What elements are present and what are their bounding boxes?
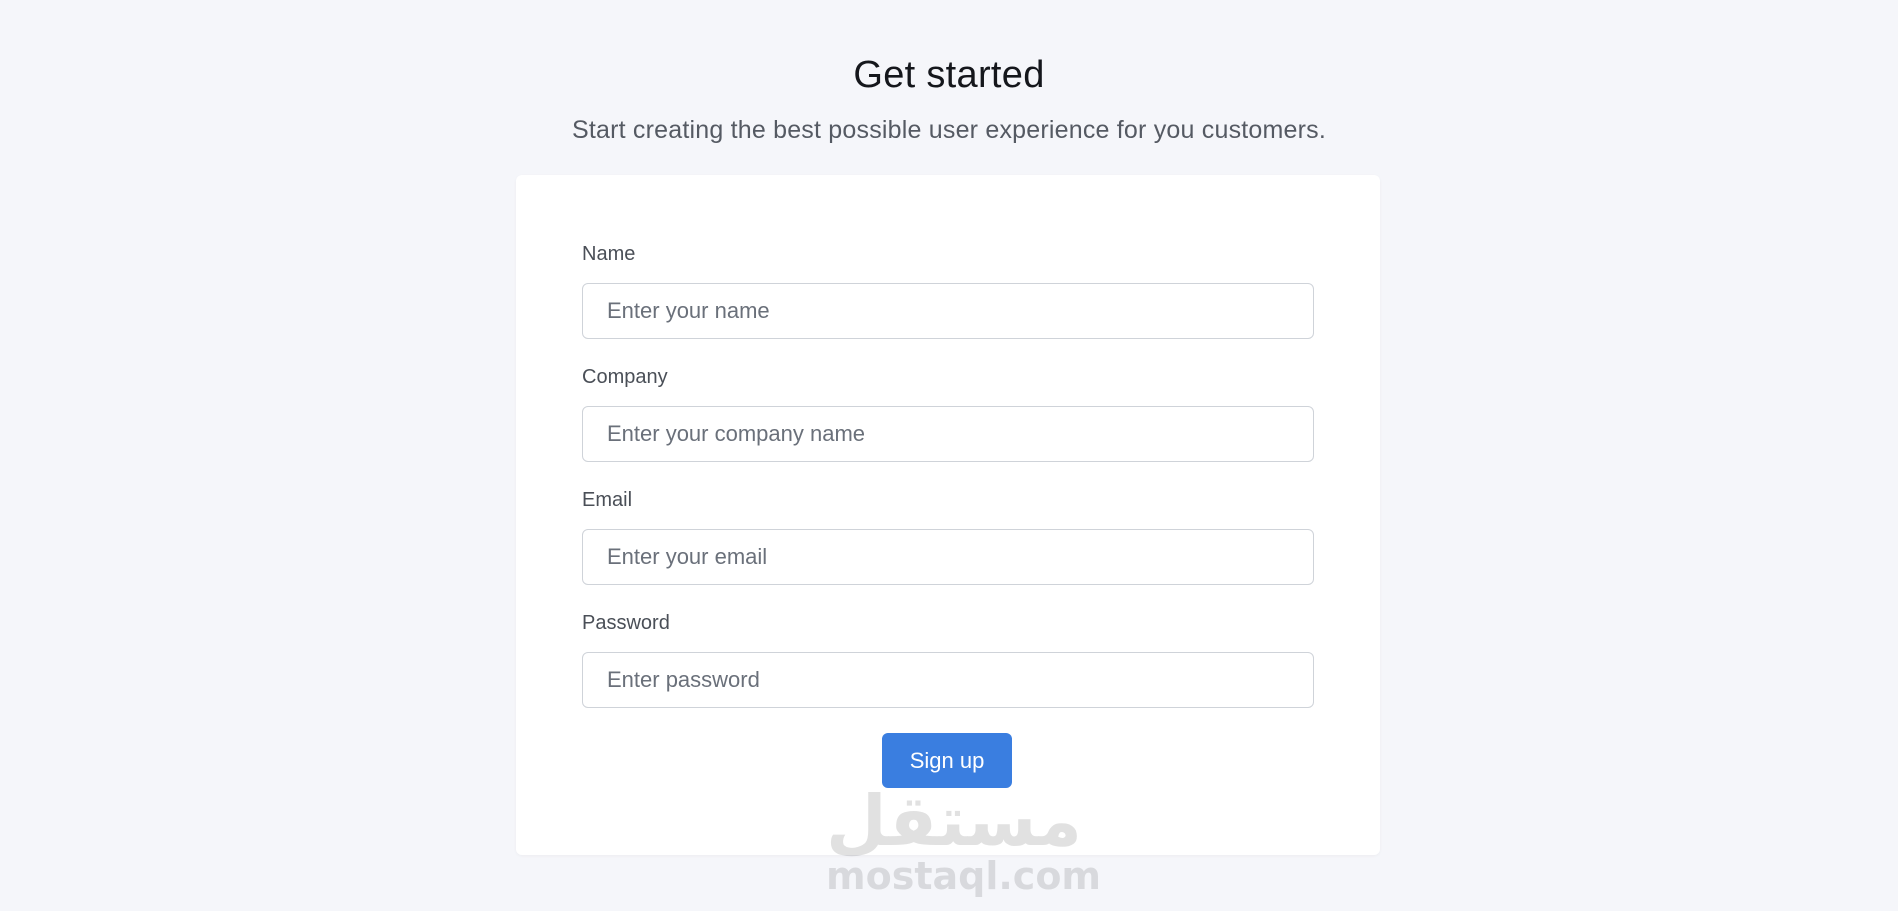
email-label: Email	[582, 489, 633, 511]
page-title: Get started	[853, 54, 1045, 96]
email-input[interactable]	[582, 529, 1314, 585]
sign-up-button[interactable]: Sign up	[882, 733, 1012, 788]
company-label: Company	[582, 366, 668, 388]
password-input[interactable]	[582, 652, 1314, 708]
name-input[interactable]	[582, 283, 1314, 339]
name-label: Name	[582, 243, 636, 265]
company-input[interactable]	[582, 406, 1314, 462]
page-subtitle: Start creating the best possible user ex…	[571, 116, 1327, 144]
signup-form-card: Name Company Email Password Sign up	[516, 175, 1380, 855]
password-label: Password	[582, 612, 670, 634]
watermark-latin: mostaql.com	[826, 854, 1102, 898]
signup-page: Get started Start creating the best poss…	[0, 0, 1898, 911]
